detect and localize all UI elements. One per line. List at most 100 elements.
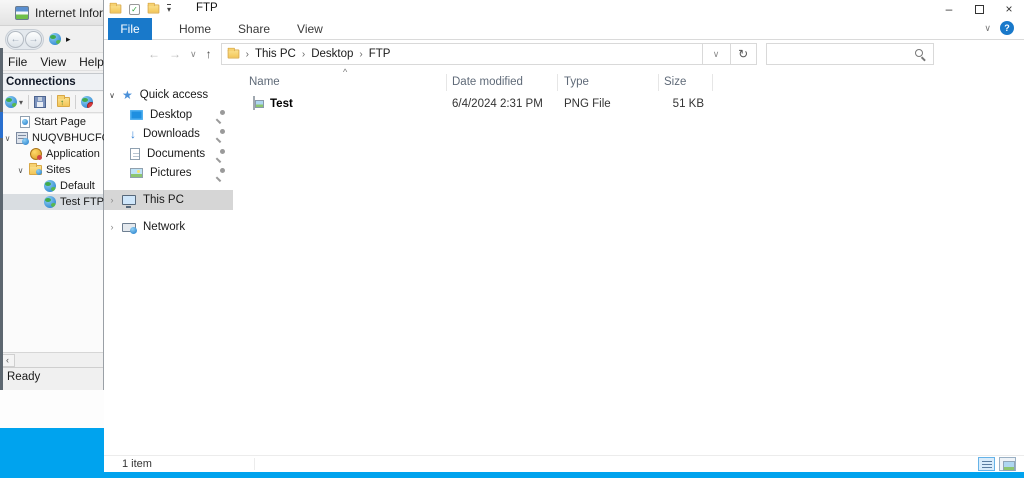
address-bar[interactable]: › This PC › Desktop › FTP: [220, 43, 703, 65]
downloads-icon: ↓: [130, 127, 136, 141]
iis-navigation-row: ← → ▸: [0, 26, 103, 52]
tree-item-label: Default: [60, 180, 95, 192]
nav-item-pictures[interactable]: Pictures: [104, 164, 233, 182]
breadcrumb-ftp[interactable]: FTP: [369, 48, 391, 60]
nav-item-label: This PC: [143, 194, 184, 206]
breadcrumb-this-pc[interactable]: This PC: [255, 48, 296, 60]
nav-item-documents[interactable]: Documents: [104, 145, 233, 163]
forward-button[interactable]: →: [169, 47, 181, 61]
website-icon: [44, 196, 56, 208]
forward-button[interactable]: →: [25, 30, 42, 48]
play-icon: ▸: [66, 33, 71, 44]
tree-item-sites[interactable]: ∨ Sites: [0, 162, 103, 178]
help-button[interactable]: ?: [1000, 21, 1014, 35]
screen-edge-artifact-blue: [0, 112, 3, 138]
chevron-down-icon: ▾: [19, 97, 24, 107]
customize-toolbar-chevron-icon[interactable]: ▾: [167, 4, 172, 14]
horizontal-scrollbar[interactable]: ‹: [0, 352, 103, 367]
breadcrumb-desktop[interactable]: Desktop: [311, 48, 353, 60]
tab-view[interactable]: View: [297, 22, 323, 36]
column-divider[interactable]: [557, 74, 558, 91]
back-button[interactable]: ←: [148, 47, 160, 61]
iis-window-title: Internet Informati: [35, 5, 103, 20]
recent-locations-chevron-icon[interactable]: ∨: [190, 49, 197, 60]
column-header-type[interactable]: Type: [564, 76, 589, 88]
tab-share[interactable]: Share: [238, 22, 270, 36]
column-divider[interactable]: [446, 74, 447, 91]
close-button[interactable]: ×: [994, 0, 1024, 18]
folder-icon[interactable]: [109, 2, 122, 14]
expand-ribbon-chevron-icon[interactable]: ∨: [984, 23, 991, 34]
nav-item-this-pc[interactable]: › This PC: [104, 190, 233, 210]
screen-edge-artifact: [0, 48, 3, 390]
nav-item-network[interactable]: › Network: [104, 218, 233, 236]
tree-item-test-ftp-site[interactable]: Test FTP: [0, 194, 105, 210]
toolbar-separator: [28, 95, 30, 109]
collapse-chevron-icon[interactable]: ∨: [106, 91, 118, 100]
location-folder-icon: [227, 47, 239, 59]
large-icons-view-button[interactable]: [999, 457, 1016, 471]
pin-icon: [216, 168, 225, 178]
explorer-titlebar[interactable]: ✓ ▾ FTP – ×: [104, 0, 1024, 18]
new-folder-icon[interactable]: [147, 2, 160, 14]
refresh-button[interactable]: ↻: [730, 43, 757, 65]
collapse-chevron-icon[interactable]: ∨: [3, 134, 12, 143]
file-name: Test: [270, 98, 293, 110]
file-row-test[interactable]: Test 6/4/2024 2:31 PM PNG File 51 KB: [233, 96, 853, 114]
view-switcher: [978, 457, 1016, 471]
create-connection-button[interactable]: ▾: [5, 96, 23, 108]
tree-item-label: Test FTP: [60, 196, 105, 208]
network-icon: [122, 222, 137, 234]
tab-file[interactable]: File: [108, 17, 152, 40]
iis-app-icon: [15, 5, 29, 20]
iis-status-bar: Ready: [0, 367, 103, 389]
tree-item-start-page[interactable]: Start Page: [0, 114, 103, 130]
nav-item-downloads[interactable]: ↓ Downloads: [104, 125, 233, 143]
tree-item-default-site[interactable]: Default: [0, 178, 103, 194]
nav-item-quick-access[interactable]: ∨ ★ Quick access: [104, 86, 233, 104]
up-button[interactable]: ↑: [206, 47, 212, 61]
search-input[interactable]: [770, 45, 911, 63]
menu-view[interactable]: View: [40, 55, 66, 69]
column-header-name[interactable]: Name: [249, 76, 280, 88]
explorer-status-bar: 1 item: [104, 455, 1024, 472]
column-header-date-modified[interactable]: Date modified: [452, 76, 523, 88]
up-arrow-icon: ↑: [60, 98, 65, 107]
expand-chevron-icon[interactable]: ›: [106, 222, 118, 232]
nav-item-label: Documents: [147, 148, 206, 160]
tab-home[interactable]: Home: [179, 22, 211, 36]
menu-file[interactable]: File: [8, 55, 27, 69]
delete-connection-button[interactable]: [81, 96, 94, 108]
explorer-window-title: FTP: [196, 2, 218, 14]
expand-chevron-icon[interactable]: ›: [106, 195, 118, 205]
pin-icon: [216, 149, 225, 159]
menu-help[interactable]: Help: [79, 55, 104, 69]
column-divider[interactable]: [658, 74, 659, 91]
iis-titlebar[interactable]: Internet Informati: [0, 0, 103, 26]
column-header-size[interactable]: Size: [664, 76, 686, 88]
nav-item-desktop[interactable]: Desktop: [104, 106, 233, 124]
navigation-pane: ∨ ★ Quick access Desktop ↓ Downloads Doc…: [104, 68, 233, 455]
file-type: PNG File: [564, 98, 611, 110]
minimize-button[interactable]: –: [934, 0, 964, 18]
ribbon-tabs: File Home Share View ∨ ?: [104, 17, 1024, 40]
status-divider: [254, 458, 255, 470]
properties-icon[interactable]: ✓: [129, 3, 140, 15]
window-controls: – ×: [934, 0, 1024, 18]
address-dropdown-button[interactable]: ∨: [702, 43, 731, 65]
collapse-chevron-icon[interactable]: ∨: [16, 166, 25, 175]
globe-icon: [49, 33, 61, 45]
maximize-button[interactable]: [964, 0, 994, 18]
details-view-button[interactable]: [978, 457, 995, 471]
this-pc-icon: [122, 195, 136, 208]
tree-item-application-pools[interactable]: Application: [0, 146, 103, 162]
go-up-button[interactable]: ↑: [57, 95, 71, 107]
breadcrumb-separator: ›: [301, 48, 306, 60]
column-divider[interactable]: [712, 74, 713, 91]
server-icon: [16, 132, 29, 145]
toolbar-separator: [51, 95, 53, 109]
tree-item-server[interactable]: ∨ NUQVBHUCFG: [0, 130, 110, 146]
back-button[interactable]: ←: [7, 30, 24, 48]
address-bar-row: ← → ∨ ↑ › This PC › Desktop › FTP ∨ ↻: [104, 40, 1024, 68]
save-button[interactable]: [34, 96, 47, 108]
